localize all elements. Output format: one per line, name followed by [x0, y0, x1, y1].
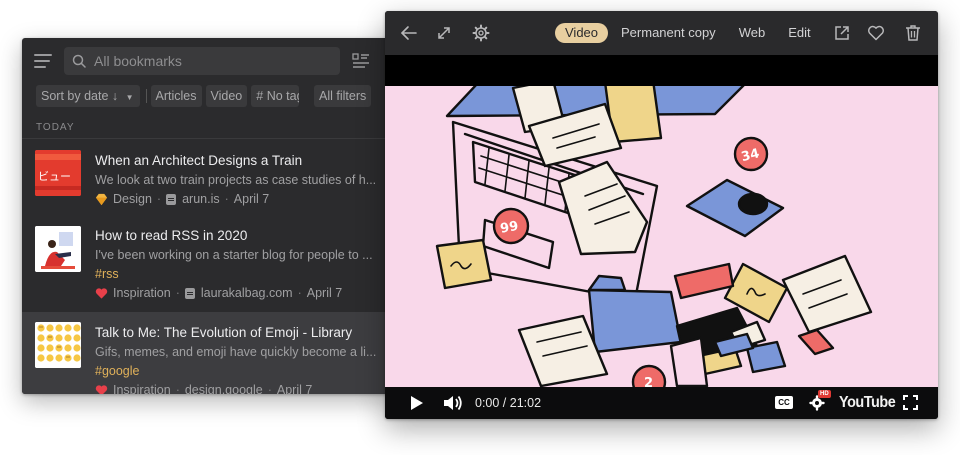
tab-permanent-copy[interactable]: Permanent copy: [611, 23, 726, 43]
filter-bar: Sort by date ↓ ▼ Articles Video # No tag…: [36, 85, 372, 107]
player-controls: 0:00 / 21:02 CC HD YouTube: [385, 387, 938, 419]
item-description: We look at two train projects as case st…: [95, 173, 377, 187]
item-date: April 7: [306, 286, 343, 300]
document-icon: [166, 193, 177, 205]
video-thumbnail-illustration: 34 99 2: [385, 86, 938, 387]
meta-dot: ·: [267, 383, 272, 394]
bookmark-item-selected[interactable]: Talk to Me: The Evolution of Emoji - Lib…: [22, 312, 394, 394]
item-description: I've been working on a starter blog for …: [95, 248, 373, 262]
play-icon[interactable]: [410, 395, 424, 411]
item-collection: Inspiration: [113, 286, 171, 300]
list-view-icon[interactable]: [352, 53, 370, 69]
filter-no-tag[interactable]: # No tag: [251, 85, 300, 107]
all-filters-button[interactable]: All filters: [314, 85, 372, 107]
hd-badge: HD: [818, 390, 831, 398]
tab-web[interactable]: Web: [729, 23, 776, 43]
item-tag[interactable]: #rss: [95, 267, 119, 281]
tab-edit[interactable]: Edit: [778, 23, 820, 43]
viewer-tabs: Video Permanent copy Web Edit: [555, 23, 824, 43]
viewer-toolbar: Video Permanent copy Web Edit: [385, 11, 938, 55]
time-display: 0:00 / 21:02: [475, 396, 542, 410]
viewer-window: Video Permanent copy Web Edit 34 99 2 0:…: [385, 11, 938, 419]
menu-icon[interactable]: [34, 54, 52, 68]
fullscreen-icon[interactable]: [903, 395, 918, 410]
captions-button[interactable]: CC: [775, 396, 793, 409]
document-icon: [184, 287, 195, 299]
search-icon: [72, 54, 86, 68]
item-date: April 7: [276, 383, 313, 394]
item-domain: design.google: [184, 383, 263, 394]
caret-down-icon: ▼: [125, 93, 134, 102]
heart-icon: [95, 287, 108, 299]
item-title: When an Architect Designs a Train: [95, 153, 303, 168]
item-collection: Design: [113, 192, 152, 206]
item-title: Talk to Me: The Evolution of Emoji - Lib…: [95, 325, 353, 340]
badge-2: 2: [644, 376, 653, 387]
bookmark-item[interactable]: How to read RSS in 2020 I've been workin…: [22, 216, 394, 312]
video-player[interactable]: 34 99 2: [385, 55, 938, 387]
meta-dot: ·: [175, 383, 180, 394]
thumbnail-emoji: [35, 322, 81, 368]
search-box[interactable]: [64, 47, 340, 75]
item-date: April 7: [233, 192, 270, 206]
meta-dot: ·: [175, 286, 180, 300]
back-arrow-icon[interactable]: [399, 23, 419, 43]
sort-dropdown[interactable]: Sort by date ↓ ▼: [36, 85, 140, 107]
meta-dot: ·: [297, 286, 302, 300]
item-description: Gifs, memes, and emoji have quickly beco…: [95, 345, 377, 359]
item-domain: arun.is: [182, 192, 220, 206]
badge-99: 99: [499, 219, 519, 237]
bookmarks-window: Sort by date ↓ ▼ Articles Video # No tag…: [22, 38, 394, 394]
search-input[interactable]: [94, 53, 314, 69]
gear-icon[interactable]: [471, 23, 491, 43]
thumbnail-rss: [35, 226, 81, 272]
meta-dot: ·: [156, 192, 162, 206]
section-label: TODAY: [36, 122, 75, 133]
tab-video[interactable]: Video: [555, 23, 609, 43]
heart-outline-icon[interactable]: [866, 23, 886, 43]
item-domain: laurakalbag.com: [200, 286, 293, 300]
trash-icon[interactable]: [903, 23, 923, 43]
item-tag[interactable]: #google: [95, 364, 140, 378]
filter-separator: [145, 89, 147, 103]
volume-icon[interactable]: [443, 394, 463, 412]
item-meta: Inspiration · design.google · April 7: [95, 383, 312, 394]
item-collection: Inspiration: [113, 383, 171, 394]
diamond-icon: [95, 193, 108, 205]
open-external-icon[interactable]: [832, 23, 852, 43]
svg-text:ビュー: ビュー: [38, 170, 71, 183]
item-meta: Design · arun.is · April 7: [95, 192, 269, 206]
expand-icon[interactable]: [434, 23, 454, 43]
youtube-logo[interactable]: YouTube: [839, 394, 896, 412]
filter-articles[interactable]: Articles: [150, 85, 202, 107]
item-meta: Inspiration · laurakalbag.com · April 7: [95, 286, 342, 300]
bookmarks-toolbar: [22, 38, 394, 84]
item-title: How to read RSS in 2020: [95, 228, 248, 243]
meta-dot: ·: [224, 192, 229, 206]
heart-icon: [95, 384, 108, 394]
filter-video[interactable]: Video: [205, 85, 248, 107]
sort-label: Sort by date ↓: [41, 89, 119, 103]
thumbnail-train: ビュー: [35, 150, 81, 196]
